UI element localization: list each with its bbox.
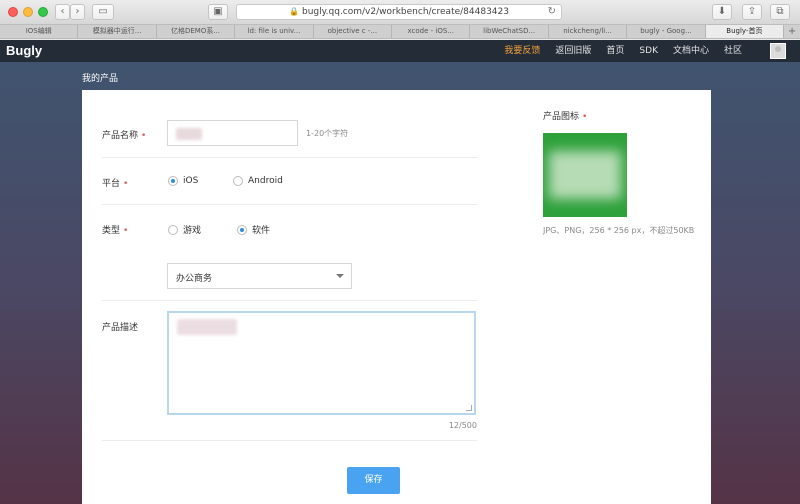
tabs-overview-icon[interactable]: ⧉ — [770, 4, 790, 20]
product-name-hint: 1-20个字符 — [306, 129, 349, 138]
type-option-software[interactable]: 软件 — [237, 223, 270, 236]
nav-item[interactable]: SDK — [639, 40, 658, 62]
reload-icon[interactable]: ↻ — [548, 5, 556, 19]
download-icon[interactable]: ⬇ — [712, 4, 732, 20]
product-form-card: 产品名称 • 1-20个字符 平台 • iOS Android 类型 • 游戏 软件 … — [82, 90, 711, 504]
browser-tab[interactable]: IOS编辑 — [0, 25, 79, 38]
product-description-value — [177, 319, 237, 335]
product-name-value — [176, 128, 202, 140]
nav-item[interactable]: 社区 — [724, 40, 742, 62]
platform-option-android[interactable]: Android — [233, 176, 283, 186]
forward-icon[interactable]: › — [70, 4, 85, 20]
avatar[interactable] — [770, 43, 786, 59]
platform-label: 平台 • — [102, 179, 129, 189]
top-nav: 我要反馈 返回旧版 首页 SDK 文档中心 社区 — [489, 40, 742, 62]
nav-item[interactable]: 我要反馈 — [504, 40, 540, 62]
browser-tab[interactable]: bugly - Goog... — [627, 25, 706, 38]
bugly-logo[interactable]: Bugly — [6, 43, 42, 58]
browser-tab[interactable]: libWeChatSD... — [470, 25, 549, 38]
radio-button[interactable] — [237, 224, 247, 235]
category-select-value: 办公商务 — [176, 274, 213, 284]
radio-button[interactable] — [233, 176, 243, 186]
sidebar-icon[interactable]: ▭ — [92, 4, 114, 20]
browser-tab[interactable]: 亿格DEMO系... — [157, 25, 236, 38]
nav-item[interactable]: 文档中心 — [673, 40, 709, 62]
app-header: Bugly 我要反馈 返回旧版 首页 SDK 文档中心 社区 — [0, 40, 800, 62]
type-label: 类型 • — [102, 226, 129, 236]
minimize-window-button[interactable] — [23, 7, 33, 17]
product-name-label: 产品名称 • — [102, 131, 147, 141]
divider — [102, 204, 477, 205]
reader-icon[interactable]: ▣ — [208, 4, 228, 20]
browser-tab[interactable]: 模拟器中运行... — [78, 25, 157, 38]
divider — [102, 157, 477, 158]
breadcrumb: 我的产品 — [82, 74, 119, 84]
browser-toolbar: ‹ › ▭ ▣ 🔒 bugly.qq.com/v2/workbench/creat… — [0, 0, 800, 25]
close-window-button[interactable] — [8, 7, 18, 17]
radio-button[interactable] — [168, 224, 178, 235]
divider — [102, 300, 477, 301]
zoom-window-button[interactable] — [38, 7, 48, 17]
url-text: bugly.qq.com/v2/workbench/create/8448342… — [301, 7, 509, 17]
category-select[interactable]: 办公商务 — [167, 263, 352, 289]
lock-icon: 🔒 — [289, 7, 299, 16]
address-bar[interactable]: 🔒 bugly.qq.com/v2/workbench/create/844834… — [236, 4, 562, 20]
browser-tab[interactable]: ld: file is univ... — [235, 25, 314, 38]
type-option-game[interactable]: 游戏 — [168, 223, 201, 236]
browser-tab[interactable]: Bugly-首页 — [705, 25, 785, 38]
product-icon-hint: JPG、PNG，256 * 256 px，不超过50KB — [543, 226, 695, 235]
save-button[interactable]: 保存 — [347, 467, 400, 494]
description-char-counter: 12/500 — [448, 421, 477, 430]
tab-bar: IOS编辑 模拟器中运行... 亿格DEMO系... ld: file is univ… — [0, 25, 800, 39]
new-tab-icon[interactable]: + — [784, 25, 800, 38]
product-icon-upload[interactable] — [543, 133, 627, 217]
share-icon[interactable]: ⇪ — [742, 4, 762, 20]
platform-option-ios[interactable]: iOS — [168, 176, 198, 186]
browser-tab[interactable]: objective c -... — [314, 25, 393, 38]
resize-handle-icon[interactable] — [466, 405, 472, 411]
browser-tab[interactable]: nickcheng/li... — [549, 25, 628, 38]
product-name-input[interactable] — [167, 120, 298, 146]
chevron-down-icon — [336, 274, 344, 278]
radio-button[interactable] — [168, 176, 178, 186]
product-icon-label: 产品图标 • — [543, 112, 588, 122]
nav-item[interactable]: 返回旧版 — [555, 40, 591, 62]
browser-tab[interactable]: xcode - iOS... — [392, 25, 471, 38]
divider — [102, 440, 477, 441]
product-description-label: 产品描述 — [102, 323, 139, 333]
product-description-textarea[interactable] — [167, 311, 476, 415]
back-icon[interactable]: ‹ — [55, 4, 70, 20]
nav-item[interactable]: 首页 — [606, 40, 624, 62]
